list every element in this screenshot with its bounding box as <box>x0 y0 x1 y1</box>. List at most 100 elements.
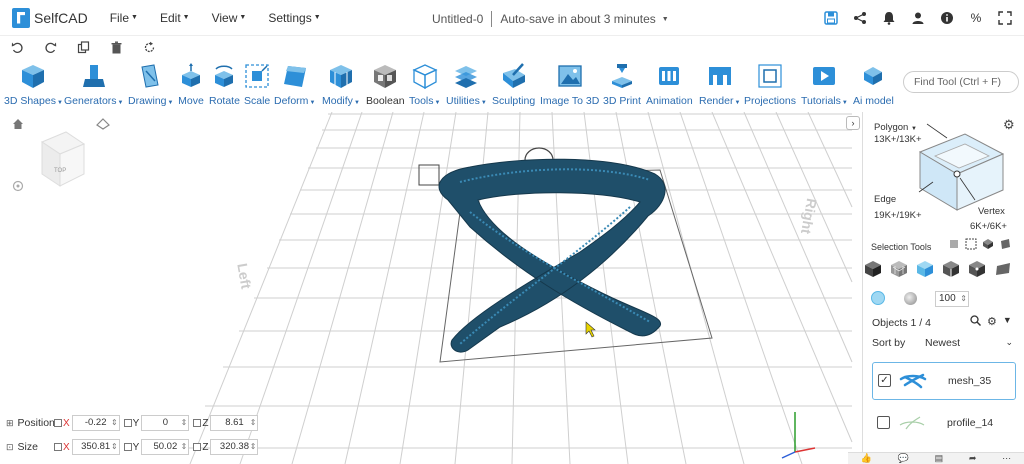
tool-animation[interactable]: Animation <box>646 62 693 107</box>
chevron-down-icon[interactable]: ▼ <box>1003 315 1012 329</box>
caret-down-icon: ▼ <box>841 100 848 106</box>
tool-modify[interactable]: Modify▼ <box>322 62 360 107</box>
transform-panel: ⊞Position X-0.22 Y0 Z8.61 ⊡Size X350.81 … <box>6 412 271 460</box>
bell-icon[interactable] <box>880 9 898 27</box>
copy-icon[interactable] <box>76 40 90 54</box>
z-axis-label: Z <box>202 441 209 453</box>
tool-drawing[interactable]: Drawing▼ <box>128 62 173 107</box>
z-lock-checkbox[interactable] <box>193 419 202 427</box>
select-cube-icon[interactable] <box>982 238 994 250</box>
undo-icon[interactable] <box>10 40 24 54</box>
select-face-icon[interactable] <box>999 238 1011 250</box>
app-logo[interactable]: SelfCAD <box>12 7 88 28</box>
thumbs-up-icon[interactable]: 👍 <box>861 453 872 464</box>
share-icon[interactable] <box>851 9 869 27</box>
object-name: mesh_35 <box>948 375 992 387</box>
profile-thumbnail <box>899 416 925 430</box>
tool-deform[interactable]: Deform▼ <box>274 62 315 107</box>
brush-size-input[interactable]: 100 <box>935 291 969 307</box>
delete-icon[interactable] <box>109 40 123 54</box>
tool-sculpting[interactable]: Sculpting <box>492 62 535 107</box>
tool-tutorials[interactable]: Tutorials▼ <box>801 62 848 107</box>
tool-boolean[interactable]: Boolean <box>366 62 405 107</box>
caret-down-icon[interactable]: ▼ <box>662 16 669 23</box>
share-arrow-icon[interactable]: ➦ <box>969 453 977 464</box>
object-checkbox[interactable] <box>877 416 890 429</box>
object-checkbox[interactable]: ✓ <box>878 374 891 387</box>
select-all-icon[interactable] <box>965 238 977 250</box>
main-toolbar: 3D Shapes▼ Generators▼ Drawing▼ Move Rot… <box>0 62 1024 112</box>
object-item-mesh-35[interactable]: ✓ mesh_35 <box>872 362 1016 400</box>
edge-label[interactable]: Edge <box>874 194 896 205</box>
top-right-icons: % <box>811 9 1014 27</box>
select-edge-icon[interactable] <box>942 260 960 278</box>
size-z-input[interactable]: 320.38 <box>210 439 259 455</box>
tool-ai-model[interactable]: Ai model <box>853 62 894 107</box>
chat-icon[interactable]: 💬 <box>898 453 909 464</box>
menu-file[interactable]: File ▼ <box>110 11 138 25</box>
sphere-brush-icon[interactable] <box>904 292 917 305</box>
fullscreen-icon[interactable] <box>996 9 1014 27</box>
paint-select-circle-icon[interactable] <box>871 291 885 305</box>
vertex-label[interactable]: Vertex <box>978 206 1005 217</box>
x-lock-checkbox[interactable] <box>54 419 62 427</box>
redo-icon[interactable] <box>43 40 57 54</box>
select-object-icon[interactable] <box>864 260 882 278</box>
user-icon[interactable] <box>909 9 927 27</box>
more-icon[interactable]: ⋯ <box>1002 453 1011 464</box>
z-lock-checkbox[interactable] <box>193 443 202 451</box>
tool-utilities[interactable]: Utilities▼ <box>446 62 487 107</box>
tool-3d-shapes[interactable]: 3D Shapes▼ <box>4 62 63 107</box>
selection-mode-cube[interactable] <box>905 120 1015 215</box>
collapse-panel-button[interactable]: › <box>846 116 860 130</box>
menu-edit[interactable]: Edit ▼ <box>160 11 190 25</box>
document-icon[interactable]: ▤ <box>935 453 944 464</box>
refresh-icon[interactable] <box>142 40 156 54</box>
tool-generators[interactable]: Generators▼ <box>64 62 123 107</box>
projections-icon <box>757 62 783 90</box>
select-vertex-icon[interactable] <box>968 260 986 278</box>
tool-image-to-3d[interactable]: Image To 3D <box>540 62 599 107</box>
tool-3d-print[interactable]: 3D Print <box>603 62 641 107</box>
select-mesh-icon[interactable] <box>890 260 908 278</box>
position-y-input[interactable]: 0 <box>141 415 190 431</box>
size-y-input[interactable]: 50.02 <box>141 439 190 455</box>
position-z-input[interactable]: 8.61 <box>210 415 259 431</box>
y-lock-checkbox[interactable] <box>123 443 132 451</box>
search-icon[interactable] <box>970 315 981 329</box>
position-x-input[interactable]: -0.22 <box>71 415 120 431</box>
save-icon[interactable] <box>822 9 840 27</box>
menu-view[interactable]: View ▼ <box>212 11 247 25</box>
cube-icon <box>20 62 46 90</box>
tool-tools[interactable]: Tools▼ <box>409 62 440 107</box>
tool-projections[interactable]: Projections <box>744 62 796 107</box>
select-face-mode-icon[interactable] <box>994 260 1012 278</box>
ribbon-mesh[interactable] <box>438 158 666 353</box>
tool-render[interactable]: Render▼ <box>699 62 740 107</box>
autosave-status[interactable]: Auto-save in about 3 minutes <box>500 12 655 26</box>
chevron-down-icon: ⌄ <box>1005 337 1013 347</box>
document-title[interactable]: Untitled-0 <box>432 12 483 26</box>
view-cube[interactable] <box>40 131 86 187</box>
y-axis-label: Y <box>132 441 140 453</box>
size-label: Size <box>17 441 38 453</box>
sort-by-label: Sort by <box>872 337 906 349</box>
menu-settings[interactable]: Settings ▼ <box>268 11 320 25</box>
move-icon <box>178 62 204 90</box>
gear-icon[interactable]: ⚙ <box>987 315 997 329</box>
find-tool-input[interactable]: Find Tool (Ctrl + F) <box>903 71 1019 93</box>
info-icon[interactable] <box>938 9 956 27</box>
lasso-icon[interactable] <box>948 238 960 250</box>
y-lock-checkbox[interactable] <box>123 419 132 427</box>
sort-select[interactable]: Newest ⌄ <box>925 337 1015 349</box>
object-item-profile-14[interactable]: profile_14 <box>872 405 1016 443</box>
tool-scale[interactable]: Scale <box>244 62 270 107</box>
caret-down-icon: ▼ <box>56 100 63 106</box>
tool-move[interactable]: Move <box>178 62 204 107</box>
tool-rotate[interactable]: Rotate <box>209 62 240 107</box>
z-axis-label: Z <box>202 417 209 429</box>
select-polygon-icon[interactable] <box>916 260 934 278</box>
x-lock-checkbox[interactable] <box>54 443 62 451</box>
percent-icon[interactable]: % <box>967 9 985 27</box>
size-x-input[interactable]: 350.81 <box>71 439 120 455</box>
